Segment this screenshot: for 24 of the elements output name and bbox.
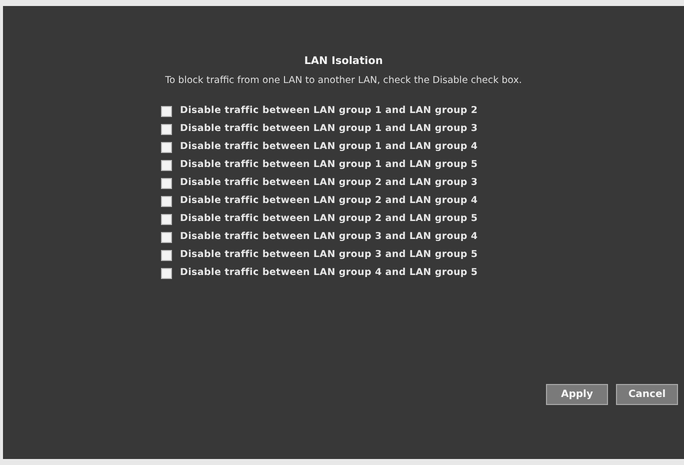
checkbox[interactable] — [161, 160, 172, 170]
checkbox[interactable] — [161, 124, 172, 134]
cancel-button[interactable]: Cancel — [616, 384, 678, 405]
checkbox-label: Disable traffic between LAN group 2 and LAN group 4 — [180, 194, 478, 208]
checkbox[interactable] — [161, 232, 172, 242]
checkbox[interactable] — [161, 178, 172, 188]
checkbox[interactable] — [161, 268, 172, 278]
checkbox-label: Disable traffic between LAN group 3 and LAN group 5 — [180, 248, 478, 262]
instruction-text: To block traffic from one LAN to another LAN, check the Disable check box. — [164, 74, 523, 88]
checkbox[interactable] — [161, 214, 172, 224]
checkbox[interactable] — [161, 250, 172, 260]
checkbox-label: Disable traffic between LAN group 1 and LAN group 3 — [180, 122, 478, 136]
checkbox-label: Disable traffic between LAN group 2 and LAN group 5 — [180, 212, 478, 226]
dialog-title: LAN Isolation — [303, 54, 384, 69]
apply-button[interactable]: Apply — [546, 384, 608, 405]
checkbox[interactable] — [161, 196, 172, 206]
checkbox-label: Disable traffic between LAN group 3 and LAN group 4 — [180, 230, 478, 244]
checkbox-label: Disable traffic between LAN group 2 and LAN group 3 — [180, 176, 478, 190]
checkbox-label: Disable traffic between LAN group 1 and LAN group 4 — [180, 140, 478, 154]
checkbox[interactable] — [161, 142, 172, 152]
checkbox-label: Disable traffic between LAN group 1 and LAN group 2 — [180, 104, 478, 118]
checkbox[interactable] — [161, 106, 172, 116]
checkbox-label: Disable traffic between LAN group 1 and LAN group 5 — [180, 158, 478, 172]
checkbox-label: Disable traffic between LAN group 4 and LAN group 5 — [180, 266, 478, 280]
